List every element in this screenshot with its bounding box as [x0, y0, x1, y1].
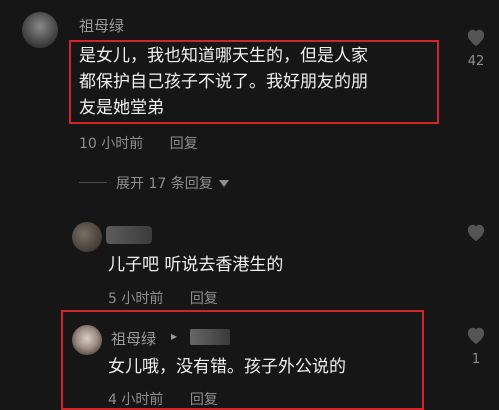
timestamp: 10 小时前 — [79, 136, 144, 152]
timestamp: 4 小时前 — [108, 392, 164, 408]
timestamp: 5 小时前 — [108, 291, 164, 307]
reply-username[interactable]: 祖母绿 — [111, 328, 156, 349]
avatar[interactable] — [72, 325, 102, 355]
comment-body: 是女儿，我也知道哪天生的，但是人家 都保护自己孩子不说了。我好朋友的朋 友是她堂… — [79, 43, 434, 121]
like-button[interactable] — [465, 222, 487, 246]
reply-button[interactable]: 回复 — [190, 392, 218, 408]
reply-body: 女儿哦，没有错。孩子外公说的 — [108, 357, 346, 377]
like-button[interactable] — [465, 27, 487, 51]
redacted-username — [190, 329, 230, 345]
reply-body: 儿子吧 听说去香港生的 — [108, 255, 284, 275]
heart-icon — [467, 224, 485, 242]
like-count: 1 — [471, 352, 481, 367]
reply-meta: 5 小时前 回复 — [108, 288, 240, 308]
heart-icon — [467, 29, 485, 47]
expand-label: 展开 17 条回复 — [116, 176, 213, 192]
reply-button[interactable]: 回复 — [190, 291, 218, 307]
comment-meta: 10 小时前 回复 — [79, 133, 220, 153]
like-count: 42 — [467, 54, 485, 69]
avatar[interactable] — [72, 222, 102, 252]
reply-button[interactable]: 回复 — [170, 136, 198, 152]
comment-username[interactable]: 祖母绿 — [79, 15, 124, 36]
reply-meta: 4 小时前 回复 — [108, 389, 240, 409]
comment-line: 都保护自己孩子不说了。我好朋友的朋 — [79, 72, 368, 92]
like-button[interactable] — [465, 325, 487, 349]
expand-replies-button[interactable]: 展开 17 条回复 — [116, 173, 230, 193]
divider — [79, 182, 107, 183]
reply-arrow-icon: ▸ — [171, 329, 178, 343]
redacted-username — [106, 226, 152, 244]
avatar[interactable] — [22, 12, 58, 48]
heart-icon — [467, 327, 485, 345]
chevron-down-icon — [219, 180, 230, 187]
comment-line: 是女儿，我也知道哪天生的，但是人家 — [79, 46, 368, 66]
comment-line: 友是她堂弟 — [79, 98, 164, 118]
